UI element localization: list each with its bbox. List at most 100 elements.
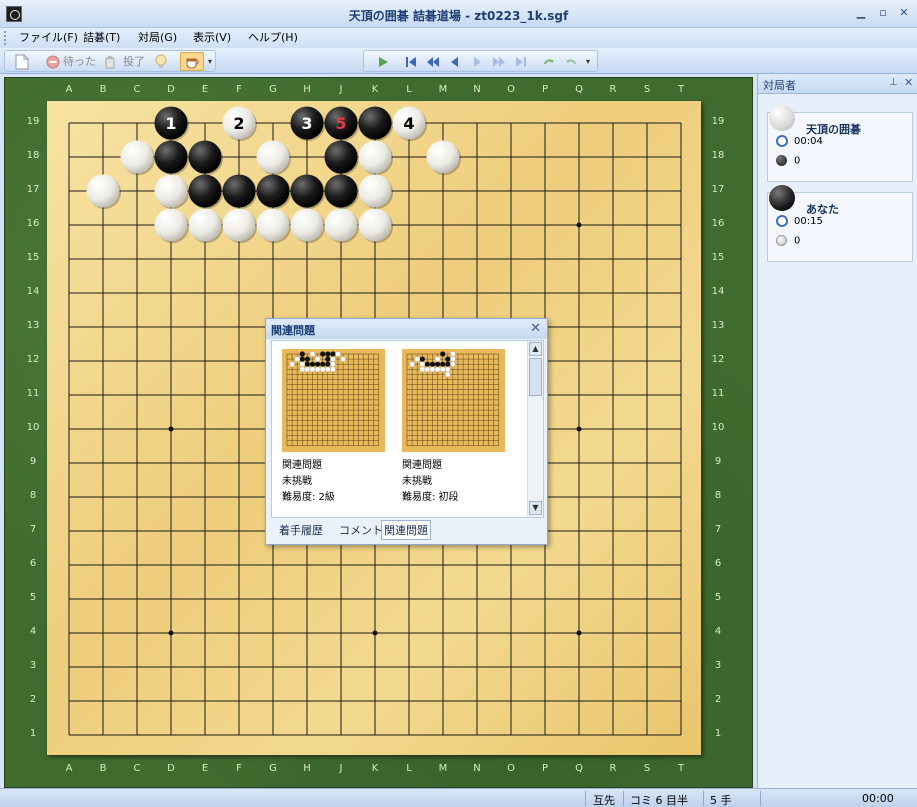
black-stone[interactable] xyxy=(154,140,188,174)
scroll-thumb[interactable] xyxy=(529,358,542,396)
popup-close-icon[interactable]: ✕ xyxy=(530,321,541,336)
white-stone xyxy=(299,366,306,373)
wait-button[interactable]: 待った xyxy=(63,54,96,70)
move-number: 4 xyxy=(403,114,414,133)
white-stone[interactable] xyxy=(256,208,290,242)
board-coordinate-label: 4 xyxy=(29,626,37,637)
related-problem-info[interactable]: 関連問題 未挑戦 難易度: 初段 xyxy=(402,458,459,506)
board-coordinate-label: 8 xyxy=(714,490,722,501)
popup-body: 関連問題 未挑戦 難易度: 2級 関連問題 未挑戦 難易度: 初段 ▲ ▼ xyxy=(271,340,544,518)
black-stone[interactable] xyxy=(324,140,358,174)
tab-related-problems[interactable]: 関連問題 xyxy=(381,520,431,540)
white-stone[interactable] xyxy=(358,208,392,242)
back-ten-icon[interactable] xyxy=(426,55,440,69)
toolbar-overflow-icon[interactable]: ▾ xyxy=(208,57,212,66)
board-coordinate-label: N xyxy=(473,84,481,95)
board-coordinate-label: 13 xyxy=(26,320,40,331)
white-stone xyxy=(294,356,301,362)
title-bar: 天頂の囲碁 詰碁道場 - zt0223_1k.sgf ▁ ▫ ✕ xyxy=(0,0,917,28)
undo-arrow-icon[interactable] xyxy=(542,55,556,69)
maximize-button[interactable]: ▫ xyxy=(876,6,890,20)
menu-view[interactable]: 表示(V) xyxy=(193,30,231,46)
white-stone[interactable] xyxy=(154,174,188,208)
black-stone[interactable] xyxy=(324,174,358,208)
white-stone[interactable] xyxy=(324,208,358,242)
board-coordinate-label: 13 xyxy=(711,320,725,331)
hint-bulb-icon[interactable] xyxy=(155,54,167,70)
star-point xyxy=(576,222,582,228)
board-coordinate-label: Q xyxy=(575,763,583,774)
white-stone[interactable] xyxy=(120,140,154,174)
forward-ten-icon[interactable] xyxy=(492,55,506,69)
new-file-icon[interactable] xyxy=(15,54,29,70)
black-stone xyxy=(299,351,305,357)
board-coordinate-label: 16 xyxy=(26,218,40,229)
minimize-button[interactable]: ▁ xyxy=(854,6,868,20)
player-card-black: あなた 00:15 0 xyxy=(767,185,913,262)
scroll-up-arrow-icon[interactable]: ▲ xyxy=(529,342,542,356)
white-stone[interactable] xyxy=(256,140,290,174)
related-problem-difficulty: 難易度: 2級 xyxy=(282,492,335,503)
black-stone xyxy=(299,356,305,362)
toolbar-overflow-icon[interactable]: ▾ xyxy=(586,57,590,66)
tea-break-button[interactable] xyxy=(180,52,204,71)
scroll-down-arrow-icon[interactable]: ▼ xyxy=(529,501,542,515)
black-stone[interactable] xyxy=(256,174,290,208)
menu-file[interactable]: ファイル(F) xyxy=(19,30,78,46)
black-stone xyxy=(309,361,316,367)
white-stone xyxy=(319,366,326,373)
panel-close-icon[interactable]: ✕ xyxy=(904,76,913,89)
last-move-icon[interactable] xyxy=(514,55,528,69)
back-one-icon[interactable] xyxy=(448,55,462,69)
players-panel-header: 対局者 ⊥ ✕ xyxy=(758,74,917,94)
related-problem-thumbnail[interactable] xyxy=(282,349,385,452)
white-stone xyxy=(304,366,311,373)
white-stone[interactable] xyxy=(358,174,392,208)
first-move-icon[interactable] xyxy=(404,55,418,69)
related-problem-status: 未挑戦 xyxy=(282,476,312,487)
black-stone xyxy=(320,361,326,367)
status-divider xyxy=(623,791,624,806)
board-coordinate-label: 12 xyxy=(26,354,40,365)
close-button[interactable]: ✕ xyxy=(897,6,911,20)
white-stone[interactable] xyxy=(188,208,222,242)
status-move-count: 5 手 xyxy=(710,794,732,807)
status-bar: 互先 コミ 6 目半 5 手 00:00 xyxy=(0,788,917,807)
board-coordinate-label: F xyxy=(236,763,242,774)
white-stone[interactable] xyxy=(358,140,392,174)
status-time: 00:00 xyxy=(862,792,894,805)
white-stone[interactable] xyxy=(426,140,460,174)
white-stone[interactable] xyxy=(86,174,120,208)
black-stone[interactable] xyxy=(188,174,222,208)
black-stone xyxy=(304,356,310,362)
board-coordinate-label: 17 xyxy=(711,184,725,195)
white-stone[interactable] xyxy=(154,208,188,242)
popup-scrollbar[interactable]: ▲ ▼ xyxy=(527,341,543,517)
pin-icon[interactable]: ⊥ xyxy=(889,77,898,88)
board-coordinate-label: 11 xyxy=(711,388,725,399)
board-coordinate-label: 3 xyxy=(29,660,37,671)
forward-one-icon[interactable] xyxy=(470,55,484,69)
black-stone[interactable] xyxy=(188,140,222,174)
redo-arrow-icon[interactable] xyxy=(564,55,578,69)
black-stone[interactable] xyxy=(222,174,256,208)
black-stone[interactable] xyxy=(290,174,324,208)
menu-tsumego[interactable]: 詰碁(T) xyxy=(83,30,120,46)
related-problem-info[interactable]: 関連問題 未挑戦 難易度: 2級 xyxy=(282,458,335,506)
white-stone[interactable] xyxy=(222,208,256,242)
play-icon[interactable] xyxy=(376,55,390,69)
white-stone xyxy=(309,366,316,373)
menu-help[interactable]: ヘルプ(H) xyxy=(248,30,298,46)
board-coordinate-label: N xyxy=(473,763,481,774)
black-stone[interactable] xyxy=(358,106,392,140)
tab-comment[interactable]: コメント xyxy=(337,522,385,538)
menu-game[interactable]: 対局(G) xyxy=(138,30,177,46)
board-coordinate-label: G xyxy=(269,763,277,774)
board-coordinate-label: B xyxy=(99,84,107,95)
white-stone[interactable] xyxy=(290,208,324,242)
move-number: 2 xyxy=(233,114,244,133)
captured-white-stone-icon xyxy=(776,235,787,246)
tab-move-history[interactable]: 着手履歴 xyxy=(277,522,325,538)
related-problem-thumbnail[interactable] xyxy=(402,349,505,452)
resign-button[interactable]: 投了 xyxy=(123,54,145,70)
